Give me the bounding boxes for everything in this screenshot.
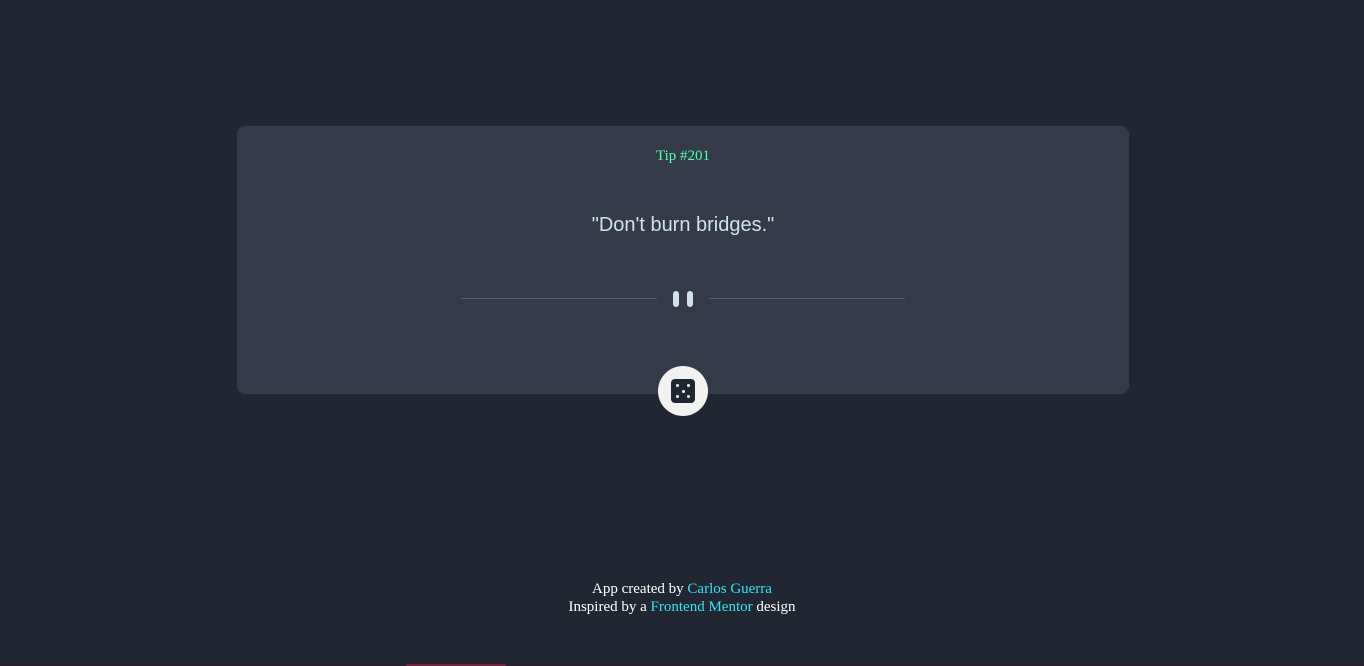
page: Tip #201 "Don't burn bridges." App creat… xyxy=(0,0,1364,666)
advice-card: Tip #201 "Don't burn bridges." xyxy=(237,126,1129,394)
inspiration-suffix: design xyxy=(752,599,796,615)
author-link[interactable]: Carlos Guerra xyxy=(687,581,772,597)
divider-line-right xyxy=(709,298,905,299)
attribution-footer: App created by Carlos Guerra Inspired by… xyxy=(0,580,1364,616)
pause-icon-bar xyxy=(687,291,693,307)
creator-prefix: App created by xyxy=(592,581,688,597)
frontend-mentor-link[interactable]: Frontend Mentor xyxy=(651,599,753,615)
footer-line-inspiration: Inspired by a Frontend Mentor design xyxy=(0,598,1364,616)
pause-icon xyxy=(673,291,679,307)
divider xyxy=(461,290,905,308)
footer-line-creator: App created by Carlos Guerra xyxy=(0,580,1364,598)
advice-quote: "Don't burn bridges." xyxy=(591,214,775,236)
new-advice-button[interactable] xyxy=(658,366,708,416)
divider-line-left xyxy=(461,298,657,299)
inspiration-prefix: Inspired by a xyxy=(568,599,651,615)
dice-icon xyxy=(671,379,695,403)
tip-number: Tip #201 xyxy=(655,148,711,164)
